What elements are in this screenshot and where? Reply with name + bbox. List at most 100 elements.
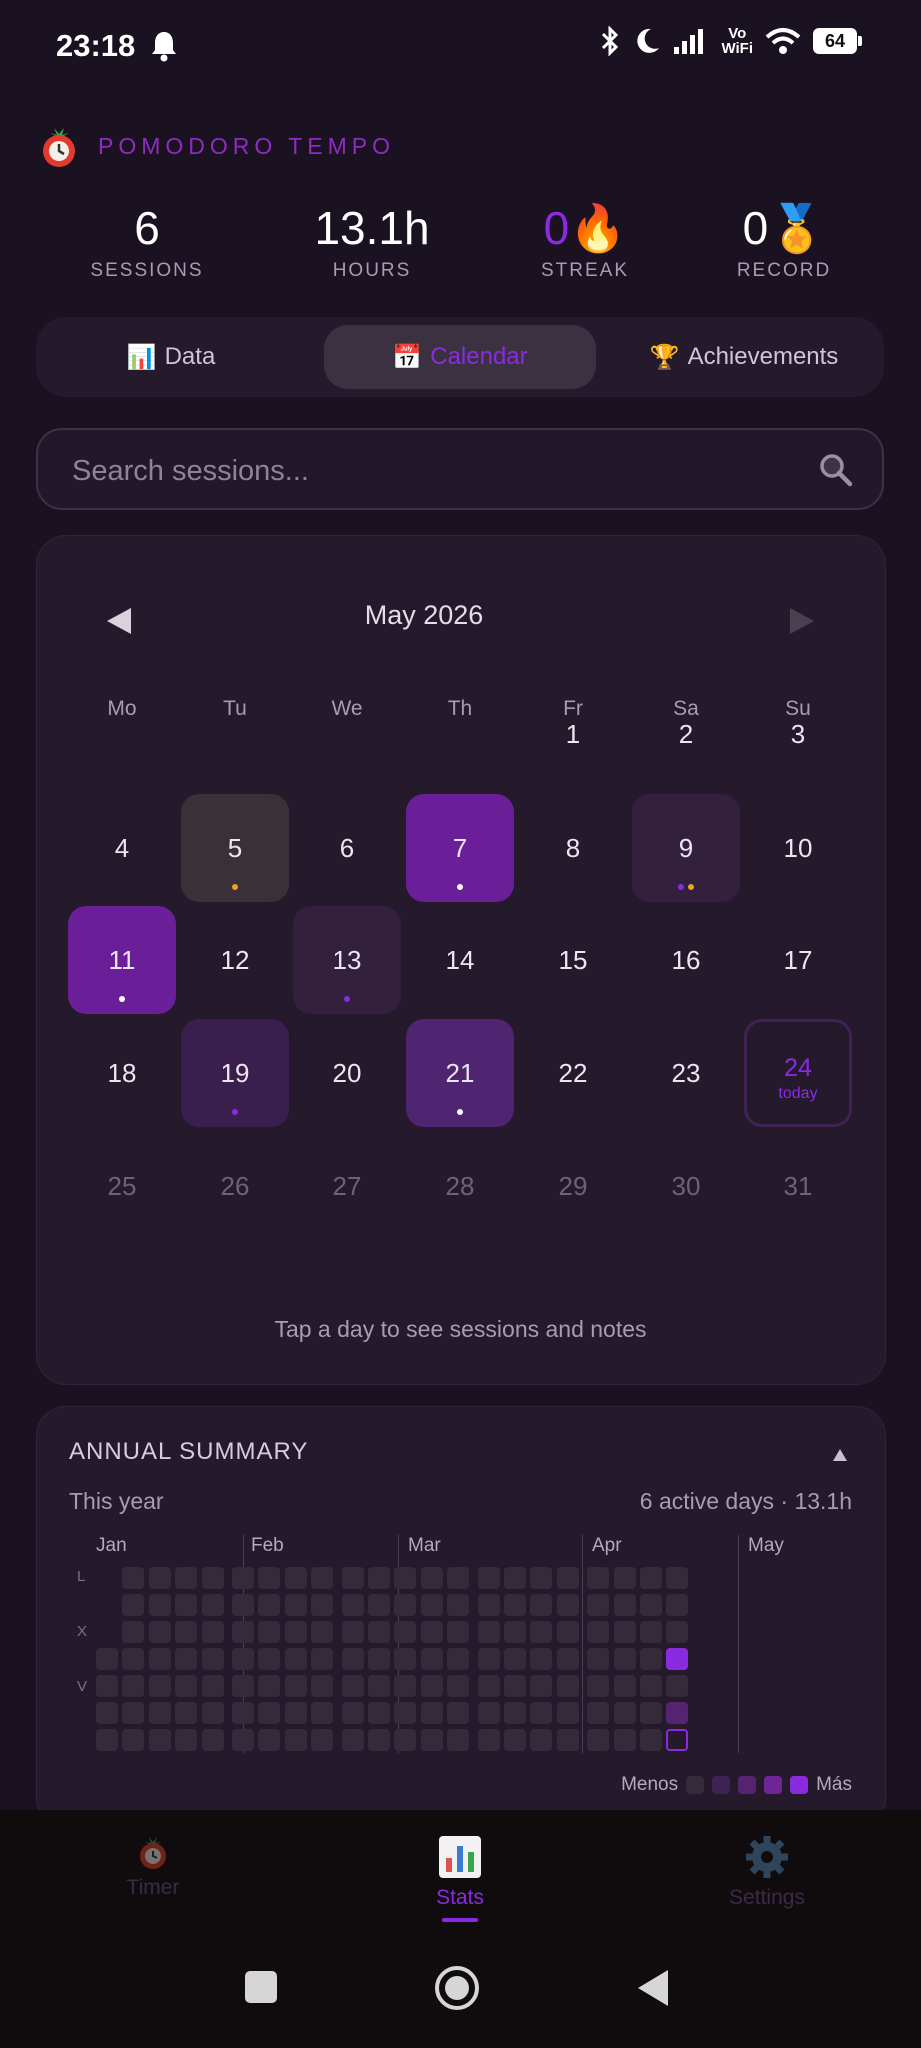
- heatmap-cell: [504, 1729, 526, 1751]
- calendar-day[interactable]: 14: [406, 906, 514, 1014]
- calendar-day[interactable]: 28: [406, 1132, 514, 1240]
- calendar-day[interactable]: 19: [181, 1019, 289, 1127]
- stat-hours-value: 13.1h: [314, 202, 430, 254]
- next-month-arrow-icon[interactable]: [788, 606, 816, 636]
- heatmap-cell: [530, 1621, 553, 1643]
- heatmap-cell: [122, 1621, 145, 1643]
- calendar-day[interactable]: 16: [632, 906, 740, 1014]
- tab-achievements[interactable]: 🏆 Achievements: [606, 325, 882, 389]
- heatmap-cell: [556, 1648, 579, 1670]
- calendar-day-number: 18: [107, 1058, 137, 1088]
- heatmap-cell: [556, 1621, 579, 1643]
- nav-settings[interactable]: Settings: [677, 1834, 857, 1910]
- nav-timer[interactable]: Timer: [63, 1834, 243, 1900]
- calendar-day[interactable]: 1: [519, 680, 627, 788]
- stat-sessions: 6 SESSIONS: [47, 198, 247, 282]
- heatmap-cell: [530, 1648, 553, 1670]
- status-time: 23:18: [56, 28, 136, 63]
- calendar-day[interactable]: 31: [744, 1132, 852, 1240]
- calendar-day[interactable]: 18: [68, 1019, 176, 1127]
- heatmap-cell: [613, 1621, 636, 1643]
- heatmap-cell: [477, 1567, 500, 1589]
- heatmap-cell: [232, 1702, 254, 1724]
- heatmap-cell: [640, 1621, 662, 1643]
- calendar-day[interactable]: 20: [293, 1019, 401, 1127]
- heatmap-cell: [284, 1567, 307, 1589]
- calendar-day[interactable]: 21: [406, 1019, 514, 1127]
- calendar-day[interactable]: 15: [519, 906, 627, 1014]
- heatmap-cell: [504, 1702, 526, 1724]
- heatmap-cell: [640, 1567, 662, 1589]
- calendar-day[interactable]: 7: [406, 794, 514, 902]
- heatmap-cell: [666, 1675, 689, 1697]
- heatmap-cell: [556, 1729, 579, 1751]
- calendar-day[interactable]: 26: [181, 1132, 289, 1240]
- calendar-day-number: 11: [108, 945, 136, 975]
- calendar-day[interactable]: 17: [744, 906, 852, 1014]
- calendar-day[interactable]: 12: [181, 906, 289, 1014]
- calendar-day[interactable]: 10: [744, 794, 852, 902]
- tomato-timer-logo-icon: [43, 128, 75, 167]
- heatmap-month-label: Feb: [251, 1535, 284, 1556]
- search-icon[interactable]: [818, 452, 854, 488]
- collapse-arrow-icon[interactable]: [832, 1448, 848, 1462]
- calendar-day[interactable]: 25: [68, 1132, 176, 1240]
- search-input[interactable]: [70, 448, 814, 494]
- back-icon[interactable]: [636, 1968, 670, 2008]
- heatmap-cell: [447, 1648, 470, 1670]
- heatmap-month-label: May: [748, 1535, 784, 1556]
- heatmap-cell: [640, 1648, 662, 1670]
- recent-apps-icon[interactable]: [244, 1970, 278, 2004]
- nav-stats[interactable]: Stats: [370, 1834, 550, 1910]
- gear-icon: [746, 1836, 788, 1878]
- heatmap-month-label: Jan: [96, 1535, 127, 1556]
- home-icon[interactable]: [434, 1965, 480, 2011]
- calendar-day[interactable]: 5: [181, 794, 289, 902]
- status-icons: Vo WiFi 64: [599, 26, 862, 56]
- heatmap-cell: [666, 1729, 689, 1751]
- calendar-day[interactable]: 27: [293, 1132, 401, 1240]
- heatmap-cell: [311, 1621, 334, 1643]
- heatmap-cell: [368, 1567, 390, 1589]
- calendar-day[interactable]: 22: [519, 1019, 627, 1127]
- calendar-day[interactable]: 4: [68, 794, 176, 902]
- calendar-day[interactable]: 8: [519, 794, 627, 902]
- calendar-day[interactable]: 13: [293, 906, 401, 1014]
- active-tab-indicator: [442, 1918, 478, 1922]
- calendar-day-today[interactable]: 24 today: [744, 1019, 852, 1127]
- tab-data-label: Data: [164, 343, 216, 370]
- heatmap-cell: [311, 1729, 334, 1751]
- calendar-day-number: 12: [220, 945, 250, 975]
- stat-streak-label: STREAK: [540, 260, 630, 281]
- heatmap-cell: [587, 1621, 610, 1643]
- weekday-label: We: [331, 697, 363, 720]
- heatmap-cell: [232, 1648, 254, 1670]
- heatmap-cell: [258, 1648, 281, 1670]
- session-dot: [457, 884, 463, 890]
- heatmap-cell: [341, 1675, 364, 1697]
- session-dot: [688, 884, 694, 890]
- calendar-day[interactable]: 30: [632, 1132, 740, 1240]
- calendar-day[interactable]: 6: [293, 794, 401, 902]
- heatmap-cell: [504, 1621, 526, 1643]
- calendar-day[interactable]: 2: [632, 680, 740, 788]
- heatmap-cell: [175, 1729, 198, 1751]
- heatmap-cell: [447, 1702, 470, 1724]
- heatmap-cell: [311, 1675, 334, 1697]
- heatmap-month-label: Mar: [408, 1535, 441, 1556]
- heatmap-cell: [201, 1702, 224, 1724]
- heatmap-cell: [284, 1729, 307, 1751]
- heatmap-cell: [368, 1648, 390, 1670]
- calendar-day[interactable]: 29: [519, 1132, 627, 1240]
- calendar-day[interactable]: 23: [632, 1019, 740, 1127]
- calendar-day[interactable]: 3: [744, 680, 852, 788]
- tab-data[interactable]: 📊 Data: [36, 325, 306, 389]
- session-dot: [344, 996, 350, 1002]
- calendar-day[interactable]: 11: [68, 906, 176, 1014]
- stat-sessions-value: 6: [134, 202, 160, 254]
- timer-icon: [140, 1837, 166, 1869]
- heatmap-cell: [311, 1702, 334, 1724]
- bar-chart-icon: 📊: [126, 343, 157, 371]
- calendar-day[interactable]: 9: [632, 794, 740, 902]
- tab-calendar[interactable]: 📅 Calendar: [324, 325, 596, 389]
